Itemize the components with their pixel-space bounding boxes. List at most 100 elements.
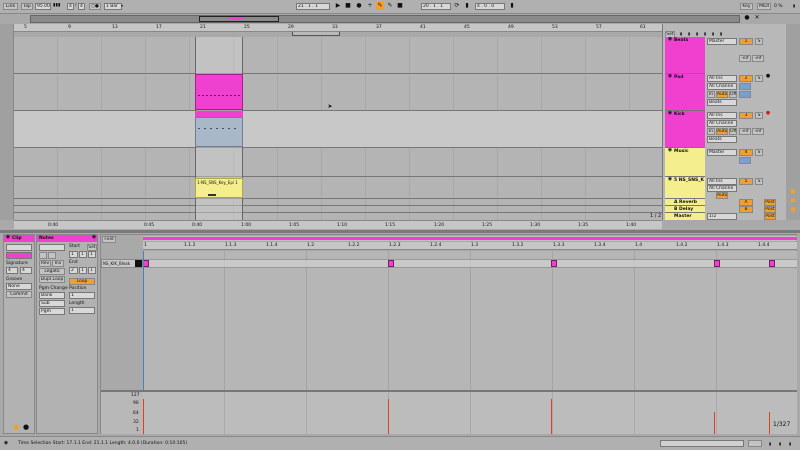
view-toggle-icon[interactable]: ▮ <box>709 30 717 38</box>
start-bar-field[interactable]: 1 <box>69 251 78 258</box>
io-toggle-icon[interactable]: ● <box>789 188 797 196</box>
reverse-button[interactable]: Rev <box>39 260 51 267</box>
velocity-bar[interactable] <box>714 412 715 434</box>
bar-ruler[interactable]: 5 9 13 17 21 25 29 33 37 41 45 49 53 57 … <box>14 24 662 32</box>
input-channel[interactable]: All Channe <box>707 120 737 127</box>
track-lane-5[interactable] <box>14 177 662 199</box>
velocity-bar[interactable] <box>551 399 552 434</box>
solo-button[interactable]: S <box>755 112 763 119</box>
track-lane-pad[interactable] <box>14 74 662 111</box>
track-header-master[interactable]: Master <box>665 213 705 220</box>
monitor-off-button[interactable]: Off <box>729 91 737 98</box>
midi-note[interactable] <box>388 260 394 267</box>
duplicate-loop-button[interactable]: Dupl.Loop <box>39 276 65 283</box>
set-start-button[interactable]: Set <box>87 244 97 251</box>
input-routing[interactable]: All Ins <box>707 178 737 185</box>
input-routing[interactable]: All Ins <box>707 112 737 119</box>
close-icon[interactable]: ✕ <box>753 14 761 22</box>
tempo-field[interactable]: 95.00 <box>35 3 51 10</box>
signature-denominator[interactable]: 4 <box>78 3 85 10</box>
sends-toggle-icon[interactable]: ● <box>789 197 797 205</box>
arrangement-view[interactable]: 1-NS_SNS_Key_Epi 1 ➤ <box>14 37 662 220</box>
loop-start-field[interactable]: 20 . 1 . 1 <box>421 3 451 10</box>
loop-position-field[interactable]: 1 <box>69 292 95 299</box>
invert-button[interactable]: Inv <box>52 260 64 267</box>
overview-viewport[interactable] <box>199 16 279 22</box>
track-fold-icon[interactable]: ◉ <box>666 73 674 81</box>
velocity-editor[interactable]: 127 96 64 32 1 1/327 <box>101 390 797 434</box>
view-toggle-icon[interactable]: ▮ <box>717 30 725 38</box>
track-header-reverb[interactable]: A Reverb <box>665 199 705 206</box>
monitor-auto-button[interactable]: Auto <box>716 192 728 199</box>
track-fold-icon[interactable]: ◉ <box>666 110 674 118</box>
midi-note[interactable] <box>551 260 557 267</box>
bank-field[interactable]: Bank <box>39 292 65 299</box>
volume-field[interactable]: -inf <box>739 128 751 135</box>
view-toggle-icon[interactable]: ▮ <box>776 440 784 448</box>
clip-color-field[interactable] <box>6 252 32 259</box>
play-icon[interactable]: ▶ <box>334 2 342 10</box>
double-button[interactable] <box>39 252 47 259</box>
draw-mode-icon[interactable]: ✎ <box>376 2 384 10</box>
track-lane-beats[interactable] <box>14 37 662 74</box>
tempo-nudge-icon[interactable]: ▮▮▮ <box>53 3 60 8</box>
sub-bank-field[interactable]: Sub <box>39 300 65 307</box>
post-button[interactable]: Post <box>764 206 776 213</box>
beat-ruler[interactable]: 1 1.1.2 1.1.3 1.1.4 1.2 1.2.2 1.2.3 1.2.… <box>143 242 797 250</box>
midi-track-selector[interactable] <box>748 440 762 447</box>
velocity-lane[interactable] <box>143 392 797 434</box>
time-ruler[interactable]: 0:40 0:45 0:40 1:00 1:05 1:10 1:15 1:20 … <box>14 220 662 229</box>
overview-bar[interactable] <box>30 15 740 23</box>
commit-button[interactable]: Commit <box>6 291 32 298</box>
end-bar-field[interactable]: 2 <box>69 267 78 274</box>
kick-clip[interactable] <box>195 117 243 147</box>
track-lane-delay[interactable] <box>14 206 662 213</box>
loop-length-field[interactable]: 4 . 0 . 0 <box>475 3 505 10</box>
info-toggle-icon[interactable]: ◉ <box>2 440 10 448</box>
midi-map-button[interactable]: MIDI <box>757 3 771 10</box>
monitor-auto-button[interactable]: Auto <box>716 91 728 98</box>
track-header-kick[interactable]: ◉ Kick <box>665 110 705 148</box>
midi-note[interactable] <box>769 260 775 267</box>
pad-clip[interactable] <box>195 74 243 110</box>
track-activator-button[interactable]: B <box>739 206 753 213</box>
track-header-delay[interactable]: B Delay <box>665 206 705 213</box>
track-activator-button[interactable]: 1 <box>739 38 753 45</box>
solo-button[interactable]: S <box>755 38 763 45</box>
metronome-button[interactable]: ○● <box>89 3 101 10</box>
loop-icon[interactable]: ⟳ <box>453 2 461 10</box>
punch-icon[interactable]: ■ <box>396 2 404 10</box>
velocity-bar[interactable] <box>769 412 770 434</box>
track-header-pad[interactable]: ◉ Pad <box>665 73 705 111</box>
solo-button[interactable]: S <box>755 178 763 185</box>
loop-length-field[interactable]: 1 <box>69 307 95 314</box>
notes-panel-header[interactable]: Notes ◉ <box>37 234 97 242</box>
input-routing[interactable]: All Ins <box>707 75 737 82</box>
groove-select[interactable]: None <box>6 283 32 290</box>
midi-note[interactable] <box>714 260 720 267</box>
track-lane-reverb[interactable] <box>14 199 662 206</box>
output-routing[interactable]: Master <box>707 149 737 156</box>
output-routing[interactable]: 1/2 <box>707 213 737 220</box>
stop-icon[interactable]: ■ <box>344 2 352 10</box>
output-routing[interactable]: Master <box>707 38 737 45</box>
pan-field[interactable]: -inf <box>752 128 764 135</box>
start-beat-field[interactable]: 1 <box>79 251 87 258</box>
program-field[interactable]: Pgm <box>39 308 65 315</box>
arrangement-position-field[interactable]: 21 . 1 . 1 <box>296 3 330 10</box>
track-activator-button[interactable]: 2 <box>739 75 753 82</box>
velocity-bar[interactable] <box>388 399 389 434</box>
clip-name-field[interactable] <box>6 244 32 251</box>
returns-toggle-icon[interactable]: ● <box>789 206 797 214</box>
solo-button[interactable]: S <box>755 149 763 156</box>
music-clip[interactable]: 1-NS_SNS_Key_Epi 1 <box>195 178 243 198</box>
velocity-bar[interactable] <box>143 399 144 434</box>
link-button[interactable]: Link <box>3 3 18 10</box>
start-sixteenth-field[interactable]: 1 <box>88 251 96 258</box>
track-lane-music[interactable] <box>14 148 662 177</box>
note-grid[interactable] <box>143 251 797 390</box>
end-beat-field[interactable]: 1 <box>79 267 87 274</box>
output-routing[interactable]: Beats <box>707 136 737 143</box>
pan-field[interactable] <box>739 91 751 98</box>
track-lane-master[interactable] <box>14 213 662 220</box>
